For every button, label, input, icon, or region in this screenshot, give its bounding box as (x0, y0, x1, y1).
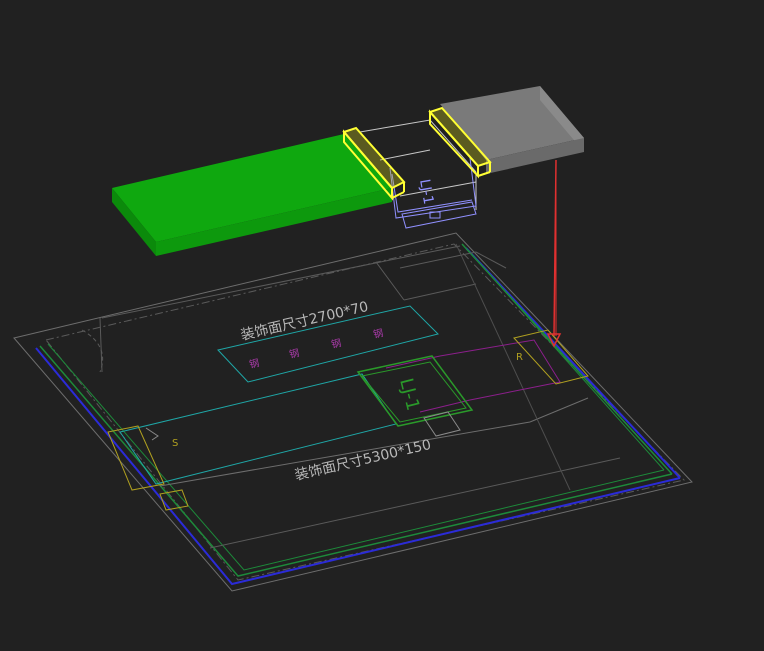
floor-slab-outline (13, 232, 693, 592)
wall-green-right-2 (467, 249, 665, 471)
cad-canvas[interactable]: 钢 钢 钢 钢 S R LJ-1 装饰面尺寸2700*70 装饰面尺寸5300*… (0, 0, 764, 646)
upper-dimension-text: 装饰面尺寸2700*70 (239, 299, 370, 344)
floor-fixture-tag: LJ-1 (395, 376, 423, 413)
svg-text:钢: 钢 (288, 346, 300, 361)
svg-text:钢: 钢 (330, 336, 342, 351)
fixture-3d-tag: LJ-1 (416, 178, 436, 206)
marker-s-label: S (172, 438, 178, 449)
floor-fixture-lj1[interactable]: LJ-1 (356, 355, 474, 437)
marker-r-label: R (516, 352, 523, 363)
svg-text:钢: 钢 (372, 326, 384, 341)
red-arrow (546, 159, 562, 348)
floor-slab-outline-inner (45, 243, 685, 581)
cad-viewport[interactable]: 钢 钢 钢 钢 S R LJ-1 装饰面尺寸2700*70 装饰面尺寸5300*… (0, 0, 764, 646)
svg-text:钢: 钢 (248, 356, 260, 371)
green-slab[interactable] (112, 134, 392, 256)
floor-plan: 钢 钢 钢 钢 S R LJ-1 装饰面尺寸2700*70 装饰面尺寸5300*… (13, 232, 693, 592)
